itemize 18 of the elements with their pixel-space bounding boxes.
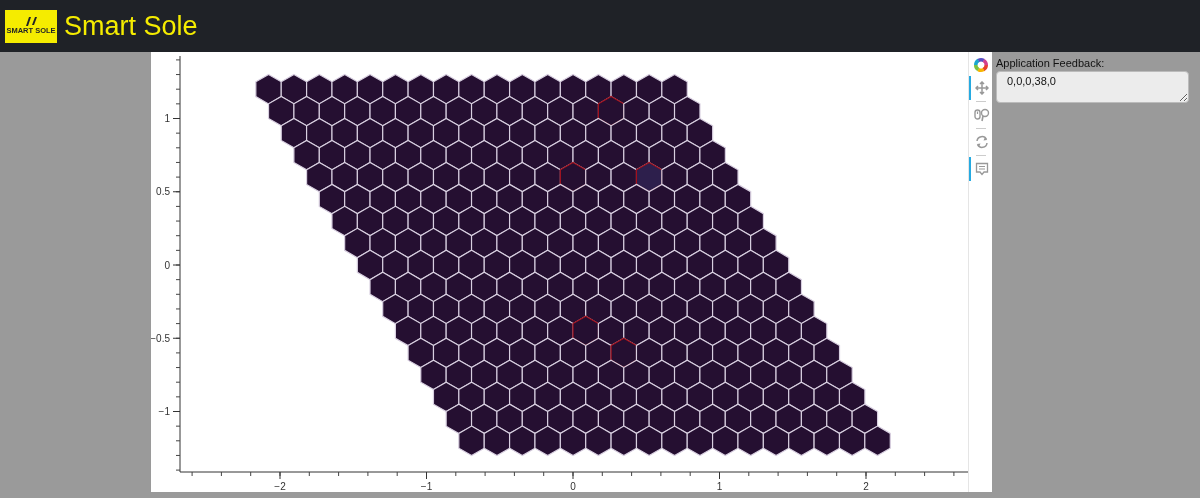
axis-tick-label: −1 [420, 481, 433, 492]
hexagon-logo-icon [972, 57, 989, 73]
axis-tick-label: 1 [716, 481, 723, 492]
wheel-zoom-icon [973, 108, 990, 122]
axis-tick-label: −1 [158, 406, 170, 417]
axis-tick-label: 0 [570, 481, 576, 492]
axis-tick-label: 0.5 [156, 186, 170, 198]
move-arrows-icon [974, 81, 989, 95]
speech-bubble-icon [974, 162, 989, 176]
feedback-label: Application Feedback: [996, 57, 1106, 69]
axis-tick-label: 1 [164, 113, 170, 124]
axis-tick-label: 2 [863, 481, 869, 492]
axis-tick-label: 0 [164, 259, 170, 271]
app-title: Smart Sole [64, 12, 198, 40]
axis-tick-label: −0.5 [151, 332, 170, 344]
axis-tick-label: −2 [274, 481, 286, 492]
feedback-field[interactable]: 0,0,0,38,0 [996, 71, 1189, 103]
refresh-icon [974, 135, 989, 149]
